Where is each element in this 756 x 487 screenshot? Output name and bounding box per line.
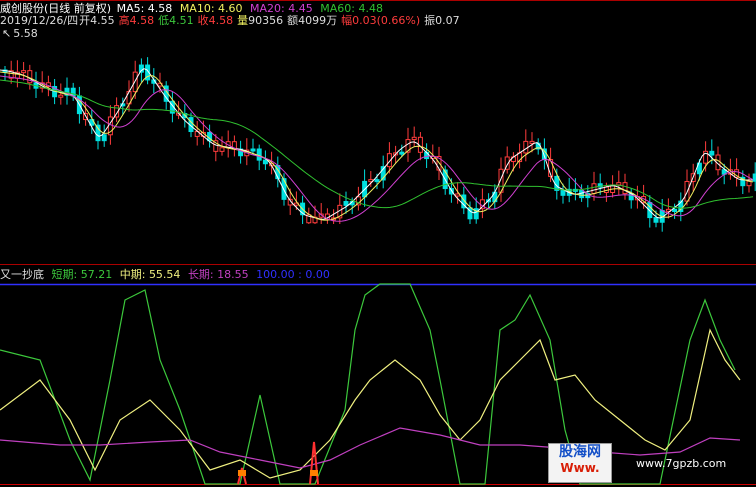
candle-body xyxy=(343,201,349,206)
mid-label: 中期: xyxy=(119,268,146,281)
price-high-value: 5.58 xyxy=(13,27,38,40)
candle-body xyxy=(579,189,585,199)
candle-body xyxy=(622,182,628,195)
volume-label: 量 xyxy=(237,14,249,27)
ref-line-value: 100.00 : 0.00 xyxy=(256,268,330,281)
long-value: 18.55 xyxy=(217,268,249,281)
candle-body xyxy=(411,136,417,141)
candle-body xyxy=(399,151,405,155)
long-term-line xyxy=(0,427,741,469)
indicator-name: 又一抄底 xyxy=(0,268,44,281)
low-label: 低 xyxy=(158,14,170,27)
indicator-header: 又一抄底 短期: 57.21 中期: 55.54 长期: 18.55 100.0… xyxy=(0,268,334,281)
candle-body xyxy=(262,159,268,165)
candle-body xyxy=(709,150,715,156)
watermark-line1: 股海网 xyxy=(559,444,601,460)
candle-body xyxy=(58,94,64,98)
candle-body xyxy=(374,179,380,183)
candle-body xyxy=(554,175,560,191)
quote-date: 2019/12/26/四 xyxy=(0,14,79,27)
mid-term-line xyxy=(0,328,741,479)
arrow-icon: ↖ xyxy=(2,27,12,40)
candle-body xyxy=(616,182,622,186)
open-label: 开 xyxy=(79,14,91,27)
candle-body xyxy=(529,140,535,144)
watermark-site: www.7gpzb.com xyxy=(636,457,727,470)
amplitude-value: 振0.07 xyxy=(424,14,460,27)
blank-block-mid xyxy=(178,224,577,262)
watermark-line2: Www. xyxy=(560,461,600,475)
change-label: 幅 xyxy=(341,14,353,27)
candle-body xyxy=(219,147,225,152)
price-high-marker: ↖ 5.58 xyxy=(2,27,42,40)
close-label: 收 xyxy=(197,14,209,27)
candle-body xyxy=(256,148,262,161)
candle-body xyxy=(523,140,529,154)
open-value: 4.55 xyxy=(90,14,115,27)
watermark-logo: 股海网 Www. xyxy=(548,443,612,483)
short-value: 57.21 xyxy=(80,268,113,281)
candle-body xyxy=(591,183,597,194)
candle-body xyxy=(560,189,566,196)
signal-marker xyxy=(310,470,318,476)
signal-spike xyxy=(309,441,319,485)
amount-value: 4099万 xyxy=(298,14,338,27)
close-value: 4.58 xyxy=(208,14,234,27)
candle-body xyxy=(21,70,27,74)
low-value: 4.51 xyxy=(169,14,194,27)
candle-body xyxy=(250,148,256,152)
high-value: 4.58 xyxy=(129,14,155,27)
high-label: 高 xyxy=(118,14,130,27)
candle-body xyxy=(672,208,678,212)
long-label: 长期: xyxy=(187,268,214,281)
mid-value: 55.54 xyxy=(148,268,181,281)
chart-area[interactable] xyxy=(0,0,756,487)
blank-block-top xyxy=(427,12,756,112)
candle-body xyxy=(653,217,659,223)
candle-body xyxy=(101,134,107,142)
change-value: 0.03(0.66%) xyxy=(352,14,421,27)
amount-label: 额 xyxy=(287,14,299,27)
short-label: 短期: xyxy=(51,268,78,281)
signal-marker xyxy=(238,470,246,476)
quote-row: 2019/12/26/四开4.55 高4.58 低4.51 收4.58 量90356 额4… xyxy=(0,14,464,27)
indicator-lines xyxy=(0,283,741,485)
volume-value: 90356 xyxy=(248,14,284,27)
